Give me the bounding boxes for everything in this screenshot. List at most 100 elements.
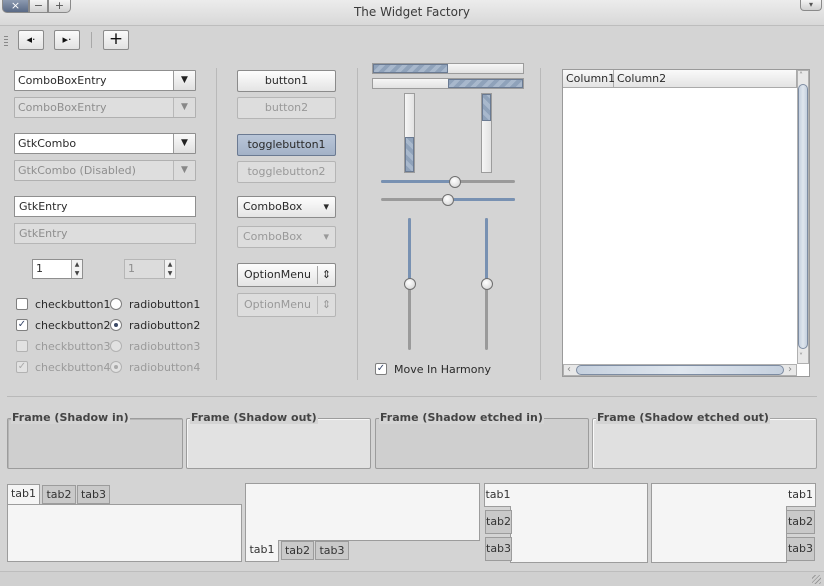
progress-fill <box>482 94 491 121</box>
notebook-left-panel <box>510 483 648 563</box>
toolbar-separator <box>91 32 92 48</box>
notebook-right-tab3[interactable]: tab3 <box>786 537 815 561</box>
progress-fill <box>405 137 414 172</box>
notebook-left-tab3[interactable]: tab3 <box>485 537 512 561</box>
notebook-bottom-tab2[interactable]: tab2 <box>281 541 314 560</box>
notebook-left-tab2[interactable]: tab2 <box>485 510 512 534</box>
harmony-checkbox[interactable]: ✓ <box>375 363 387 375</box>
horizontal-scrollbar[interactable]: ‹ › <box>563 364 797 376</box>
radiobutton-circle-1[interactable] <box>110 298 122 310</box>
column-header-2[interactable]: Column2 <box>614 70 797 88</box>
chevron-down-icon[interactable]: ▼ <box>173 134 195 153</box>
spin-button-disabled: 1 ▲ ▼ <box>124 259 176 279</box>
scroll-down-icon[interactable]: ˅ <box>799 352 803 361</box>
chevron-down-icon[interactable]: ▾ <box>323 197 329 217</box>
slider-fill <box>408 218 411 284</box>
frame-shadow-out <box>186 418 371 469</box>
column-separator <box>216 68 217 380</box>
updown-arrows-icon[interactable]: ⇕ <box>317 266 335 284</box>
close-icon[interactable]: × <box>2 0 29 13</box>
toolbar-grip-icon[interactable] <box>4 36 8 46</box>
window-menu-icon[interactable]: ▾ <box>800 0 822 11</box>
slider-knob[interactable] <box>442 194 454 206</box>
tree-view[interactable]: Column1 Column2 ˄ ˅ ‹ › <box>562 69 810 377</box>
button1[interactable]: button1 <box>237 70 336 92</box>
notebook-bottom-tab3[interactable]: tab3 <box>315 541 349 560</box>
checkbutton-box-2[interactable]: ✓ <box>16 319 28 331</box>
radio-dot-icon <box>114 365 118 369</box>
radiobutton-label-4: radiobutton4 <box>129 361 201 374</box>
horizontal-separator <box>7 396 817 397</box>
combobox-button[interactable]: ComboBox ▾ <box>237 196 336 218</box>
chevron-down-icon: ▾ <box>323 230 329 243</box>
radiobutton-label-2: radiobutton2 <box>129 319 201 332</box>
spin-button[interactable]: 1 ▲ ▼ <box>32 259 83 279</box>
scroll-left-icon[interactable]: ‹ <box>567 364 571 375</box>
gtk-combo-disabled-text: GtkCombo (Disabled) <box>18 164 136 177</box>
gtk-combo-disabled: GtkCombo (Disabled) ▼ <box>14 160 196 181</box>
optionmenu[interactable]: OptionMenu ⇕ <box>237 263 336 287</box>
radio-dot-icon <box>114 323 118 327</box>
combobox-label[interactable]: ComboBox <box>243 200 302 213</box>
notebook-bottom-tab1[interactable]: tab1 <box>245 540 279 562</box>
horizontal-scroll-thumb[interactable] <box>576 365 784 375</box>
checkbutton-box-3 <box>16 340 28 352</box>
status-bar <box>0 571 824 586</box>
radiobutton-circle-4 <box>110 361 122 373</box>
notebook-top-tab3[interactable]: tab3 <box>77 485 110 504</box>
chevron-down-icon: ▼ <box>173 161 195 180</box>
scroll-right-icon[interactable]: › <box>788 364 792 375</box>
column-header-1[interactable]: Column1 <box>563 70 615 88</box>
combobox-entry-text[interactable]: ComboBoxEntry <box>18 71 107 90</box>
chevron-down-icon[interactable]: ▼ <box>173 71 195 90</box>
resize-grip-icon[interactable] <box>812 575 821 584</box>
radiobutton-circle-3 <box>110 340 122 352</box>
spin-down-icon[interactable]: ▼ <box>75 270 80 277</box>
spin-arrows-icon[interactable]: ▲ ▼ <box>71 260 82 278</box>
spin-up-icon[interactable]: ▲ <box>75 261 80 268</box>
checkbutton-label-1: checkbutton1 <box>35 298 111 311</box>
gtk-entry[interactable]: GtkEntry <box>14 196 196 217</box>
radiobutton-circle-2[interactable] <box>110 319 122 331</box>
combobox-entry-disabled: ComboBoxEntry ▼ <box>14 97 196 118</box>
slider-fill <box>485 218 488 284</box>
notebook-left-tab1[interactable]: tab1 <box>484 483 511 507</box>
checkbutton-box-4: ✓ <box>16 361 28 373</box>
gtk-combo-text[interactable]: GtkCombo <box>18 134 76 153</box>
slider-fill <box>448 198 515 201</box>
horizontal-slider-1[interactable] <box>381 180 515 183</box>
radiobutton-label-1: radiobutton1 <box>129 298 201 311</box>
vertical-scrollbar[interactable]: ˄ ˅ <box>797 70 809 364</box>
checkbutton-label-3: checkbutton3 <box>35 340 111 353</box>
previous-button[interactable]: ◂· <box>18 30 44 50</box>
optionmenu-disabled-label: OptionMenu <box>244 298 311 311</box>
spin-value[interactable]: 1 <box>36 260 43 278</box>
notebook-top-tab1[interactable]: tab1 <box>7 484 40 504</box>
slider-knob[interactable] <box>449 176 461 188</box>
frame-shadow-in-label: Frame (Shadow in) <box>11 411 130 424</box>
minimize-icon[interactable]: − <box>29 0 48 13</box>
slider-knob[interactable] <box>404 278 416 290</box>
add-button[interactable]: + <box>103 30 129 50</box>
maximize-icon[interactable]: + <box>48 0 71 13</box>
optionmenu-label[interactable]: OptionMenu <box>244 268 311 281</box>
button2: button2 <box>237 97 336 119</box>
notebook-right-tab1[interactable]: tab1 <box>786 483 816 507</box>
checkbutton-box-1[interactable] <box>16 298 28 310</box>
optionmenu-disabled: OptionMenu ⇕ <box>237 293 336 317</box>
scroll-up-icon[interactable]: ˄ <box>799 71 803 80</box>
radiobutton-label-3: radiobutton3 <box>129 340 201 353</box>
slider-fill <box>381 180 455 183</box>
togglebutton1[interactable]: togglebutton1 <box>237 134 336 156</box>
combobox-button-disabled: ComboBox ▾ <box>237 226 336 248</box>
next-button[interactable]: ▸· <box>54 30 80 50</box>
combobox-entry[interactable]: ComboBoxEntry ▼ <box>14 70 196 91</box>
notebook-right-tab2[interactable]: tab2 <box>786 510 815 534</box>
gtk-combo[interactable]: GtkCombo ▼ <box>14 133 196 154</box>
togglebutton2: togglebutton2 <box>237 161 336 183</box>
combobox-disabled-label: ComboBox <box>243 230 303 243</box>
slider-knob[interactable] <box>481 278 493 290</box>
frame-shadow-etched-out <box>592 418 817 469</box>
vertical-scroll-thumb[interactable] <box>798 84 808 349</box>
notebook-top-tab2[interactable]: tab2 <box>42 485 76 504</box>
